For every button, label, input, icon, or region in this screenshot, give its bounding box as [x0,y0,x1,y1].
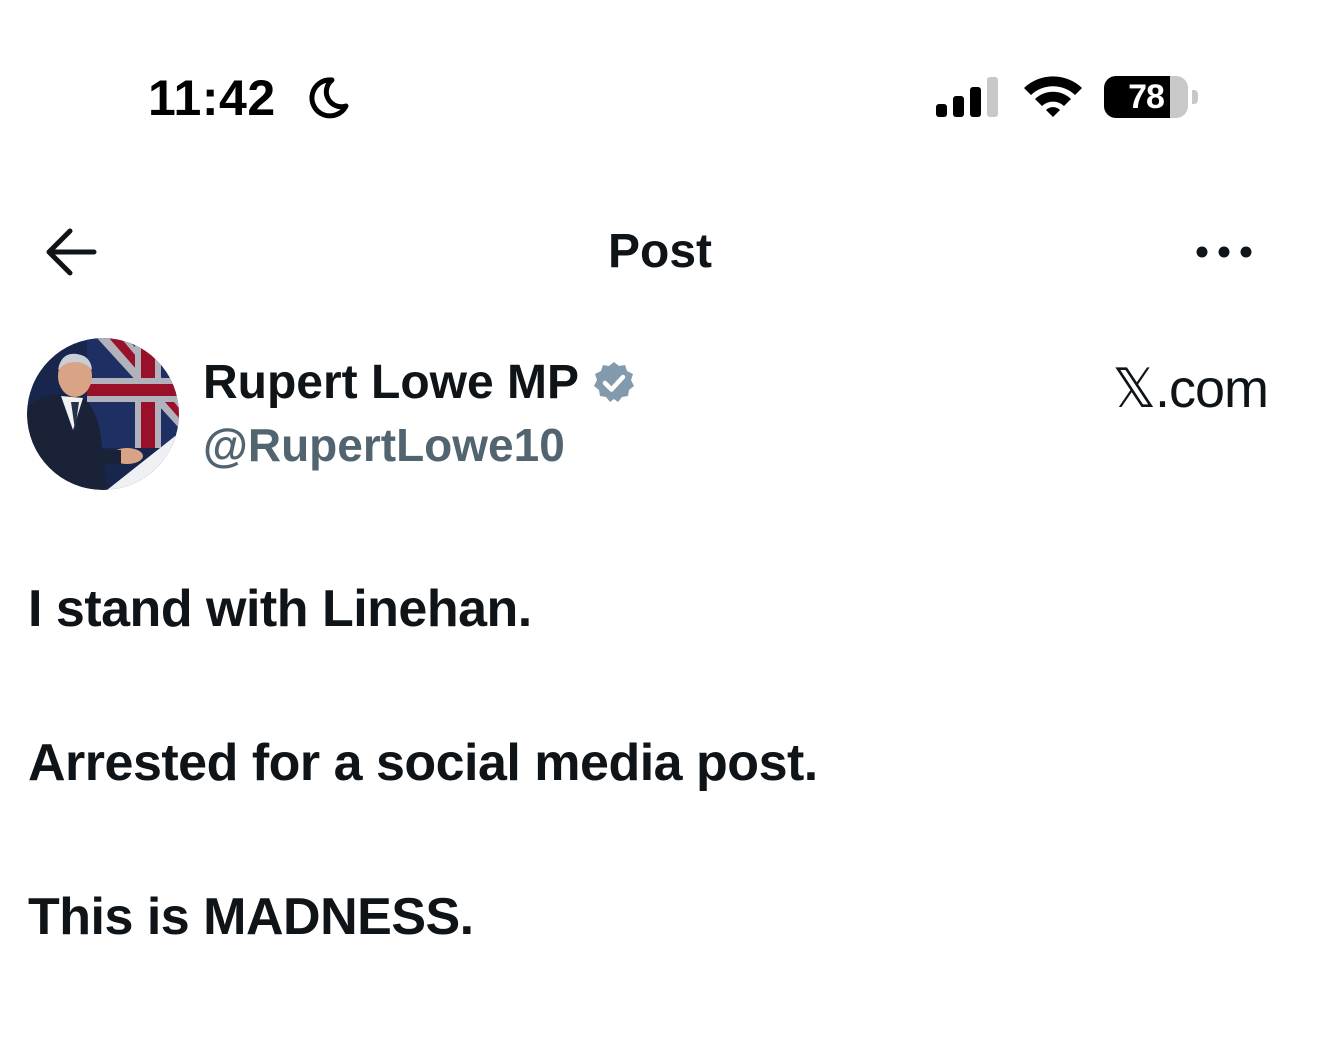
post-text-line: Arrested for a social media post. [28,734,818,792]
moon-icon [309,77,349,119]
post-text-line: I stand with Linehan. [28,580,532,638]
cellular-signal-icon [936,77,998,117]
author-handle[interactable]: @RupertLowe10 [203,414,565,476]
source-label: 𝕏.com [1112,359,1269,419]
avatar[interactable] [27,338,179,490]
author-name-row[interactable]: Rupert Lowe MP [203,352,637,414]
page-title: Post [607,225,712,278]
verified-badge-icon [594,362,635,402]
battery-level-text: 78 [1128,78,1165,116]
more-icon[interactable] [1190,230,1260,274]
status-time: 11:42 [148,70,276,126]
author-name[interactable]: Rupert Lowe MP [203,352,579,414]
battery-cap [1192,90,1198,104]
battery-indicator: 78 [1104,76,1204,120]
post-text-line: This is MADNESS. [28,888,474,946]
wifi-icon [1024,76,1082,117]
battery-body: 78 [1104,76,1188,118]
